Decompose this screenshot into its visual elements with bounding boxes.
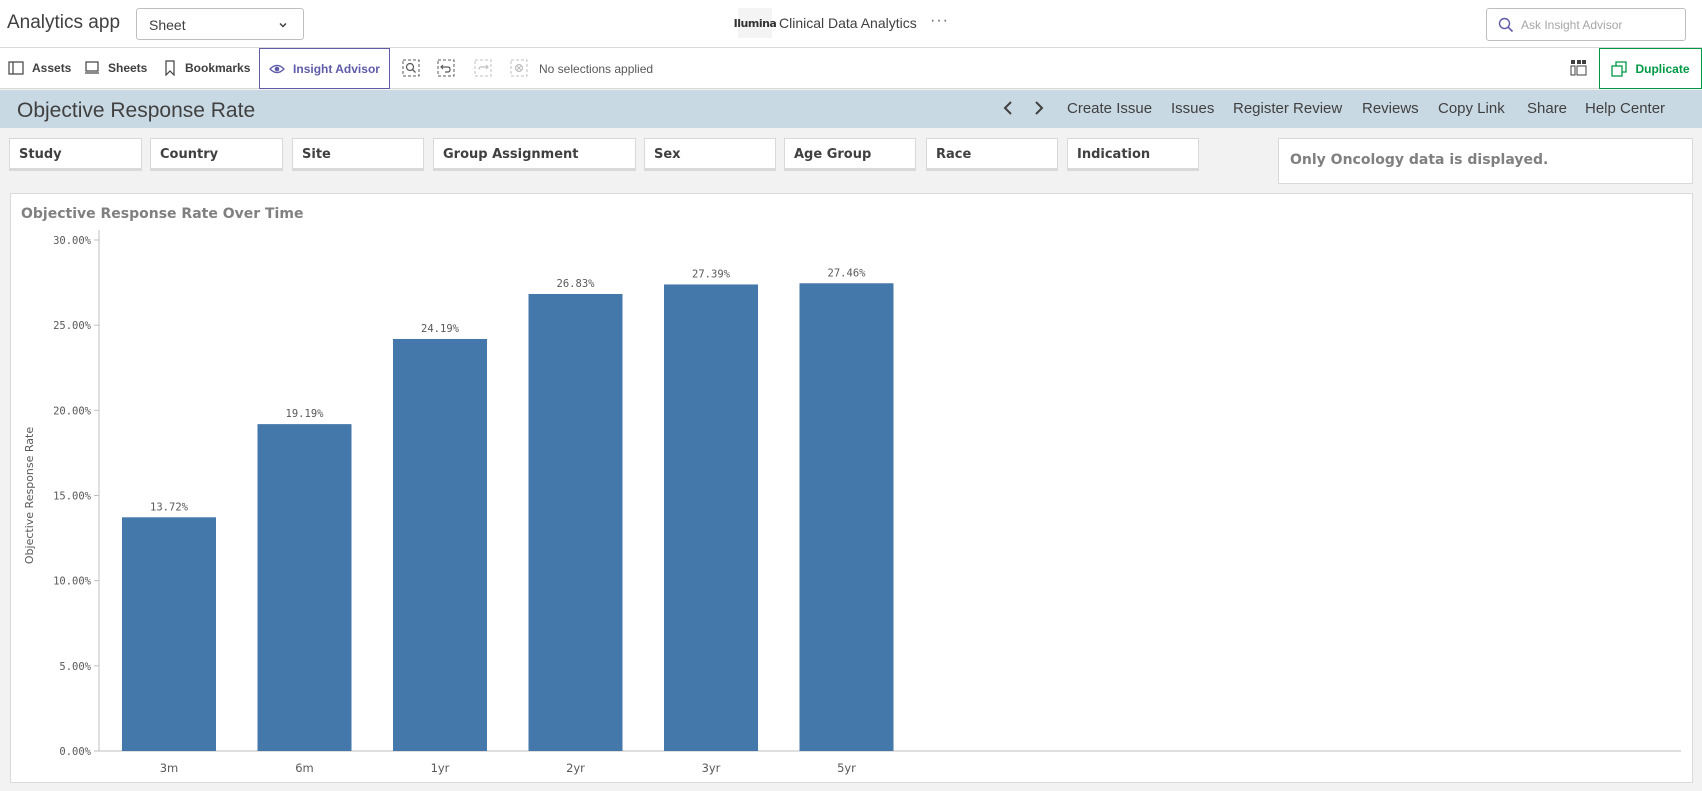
filter-label: Age Group	[794, 147, 872, 162]
filter-race[interactable]: Race	[926, 138, 1058, 171]
oncology-notice: Only Oncology data is displayed.	[1278, 138, 1693, 184]
assets-button[interactable]: Assets	[8, 48, 71, 88]
search-icon	[1498, 17, 1514, 33]
insight-advisor-icon	[269, 64, 285, 73]
bar-2yr	[528, 293, 623, 751]
copy-link-link[interactable]: Copy Link	[1438, 100, 1505, 117]
assets-panel-icon	[8, 61, 24, 75]
sheets-button[interactable]: Sheets	[84, 48, 147, 88]
sheets-icon	[85, 61, 99, 74]
grid-layout-icon[interactable]	[1570, 59, 1587, 81]
bar-value-label: 27.39%	[692, 268, 731, 280]
issues-link[interactable]: Issues	[1171, 100, 1214, 117]
bar-1yr	[393, 338, 487, 751]
filter-label: Site	[302, 147, 331, 162]
sheet-title: Objective Response Rate	[17, 99, 256, 122]
next-sheet-icon[interactable]	[1033, 99, 1045, 122]
duplicate-icon	[1611, 60, 1628, 77]
bookmarks-label: Bookmarks	[185, 61, 251, 75]
help-center-link[interactable]: Help Center	[1585, 100, 1665, 117]
x-tick-label: 3yr	[702, 761, 721, 775]
bar-value-label: 26.83%	[557, 278, 596, 290]
filter-sex[interactable]: Sex	[644, 138, 776, 171]
x-tick-label: 3m	[160, 761, 179, 775]
clear-selections-icon[interactable]	[510, 59, 528, 82]
y-tick-label: 30.00%	[53, 235, 92, 247]
filter-age-group[interactable]: Age Group	[784, 138, 916, 171]
filter-indication[interactable]: Indication	[1067, 138, 1199, 171]
filter-study[interactable]: Study	[9, 138, 142, 171]
step-back-icon[interactable]	[437, 59, 455, 82]
ask-insight-advisor-search[interactable]	[1486, 8, 1686, 41]
filter-label: Race	[936, 147, 972, 162]
y-tick-label: 0.00%	[59, 746, 91, 758]
x-tick-label: 2yr	[566, 761, 585, 775]
y-tick-label: 5.00%	[59, 661, 91, 673]
x-tick-label: 1yr	[431, 761, 450, 775]
sheet-dropdown[interactable]: Sheet	[136, 8, 304, 40]
y-tick-label: 20.00%	[53, 405, 92, 417]
reviews-link[interactable]: Reviews	[1362, 100, 1419, 117]
smart-search-icon[interactable]	[402, 59, 420, 82]
top-bar: Analytics app Sheet Ilumina Clinical Dat…	[0, 0, 1702, 48]
bar-value-label: 19.19%	[286, 408, 325, 420]
center-app-title: Clinical Data Analytics	[779, 15, 917, 31]
bar-value-label: 27.46%	[828, 267, 867, 279]
sheet-dropdown-value: Sheet	[149, 17, 186, 33]
notice-text: Only Oncology data is displayed.	[1290, 152, 1549, 168]
sheet-header: Objective Response Rate Create Issue Iss…	[0, 90, 1702, 128]
previous-sheet-icon[interactable]	[1002, 99, 1014, 122]
logo-text: Ilumina	[733, 16, 777, 30]
bookmark-icon	[165, 60, 175, 76]
filter-country[interactable]: Country	[150, 138, 283, 171]
bar-6m	[257, 424, 352, 751]
y-axis-title: Objective Response Rate	[23, 427, 36, 564]
step-forward-icon[interactable]	[474, 59, 492, 82]
y-tick-label: 15.00%	[53, 491, 92, 503]
ilumina-logo: Ilumina	[734, 8, 777, 38]
register-review-link[interactable]: Register Review	[1233, 100, 1342, 117]
chart-card[interactable]: Objective Response Rate Over Time 0.00% 5…	[10, 193, 1693, 783]
share-link[interactable]: Share	[1527, 100, 1567, 117]
filter-label: Sex	[654, 147, 681, 162]
bar-5yr	[799, 283, 894, 751]
bar-value-label: 13.72%	[150, 501, 189, 513]
assets-label: Assets	[32, 61, 72, 75]
bookmarks-button[interactable]: Bookmarks	[163, 48, 250, 88]
filter-label: Country	[160, 147, 219, 162]
more-options-icon[interactable]: ···	[930, 12, 949, 30]
filter-label: Indication	[1077, 147, 1151, 162]
filter-label: Group Assignment	[443, 147, 579, 162]
bar-3yr	[664, 284, 758, 751]
filter-group-assignment[interactable]: Group Assignment	[433, 138, 636, 171]
duplicate-label: Duplicate	[1635, 61, 1690, 76]
toolbar: Assets Sheets Bookmarks Insight Advisor …	[0, 48, 1702, 89]
filter-site[interactable]: Site	[292, 138, 424, 171]
sheets-label: Sheets	[108, 61, 148, 75]
bar-value-label: 24.19%	[421, 323, 460, 335]
bar-chart[interactable]: 0.00% 5.00% 10.00% 15.00% 20.00% 25.00% 30.00%…	[11, 194, 1694, 784]
insight-advisor-button[interactable]: Insight Advisor	[259, 48, 390, 89]
duplicate-button[interactable]: Duplicate	[1599, 48, 1702, 89]
bar-3m	[122, 517, 216, 751]
chevron-down-icon	[277, 18, 289, 36]
y-tick-label: 10.00%	[53, 576, 92, 588]
insight-advisor-label: Insight Advisor	[293, 61, 380, 76]
x-tick-label: 6m	[295, 761, 314, 775]
create-issue-link[interactable]: Create Issue	[1067, 100, 1152, 117]
ask-insight-advisor-input[interactable]	[1521, 15, 1671, 35]
app-title: Analytics app	[7, 12, 121, 33]
x-tick-label: 5yr	[837, 761, 856, 775]
filter-label: Study	[19, 147, 62, 162]
y-tick-label: 25.00%	[53, 320, 92, 332]
no-selections-text: No selections applied	[539, 62, 654, 76]
